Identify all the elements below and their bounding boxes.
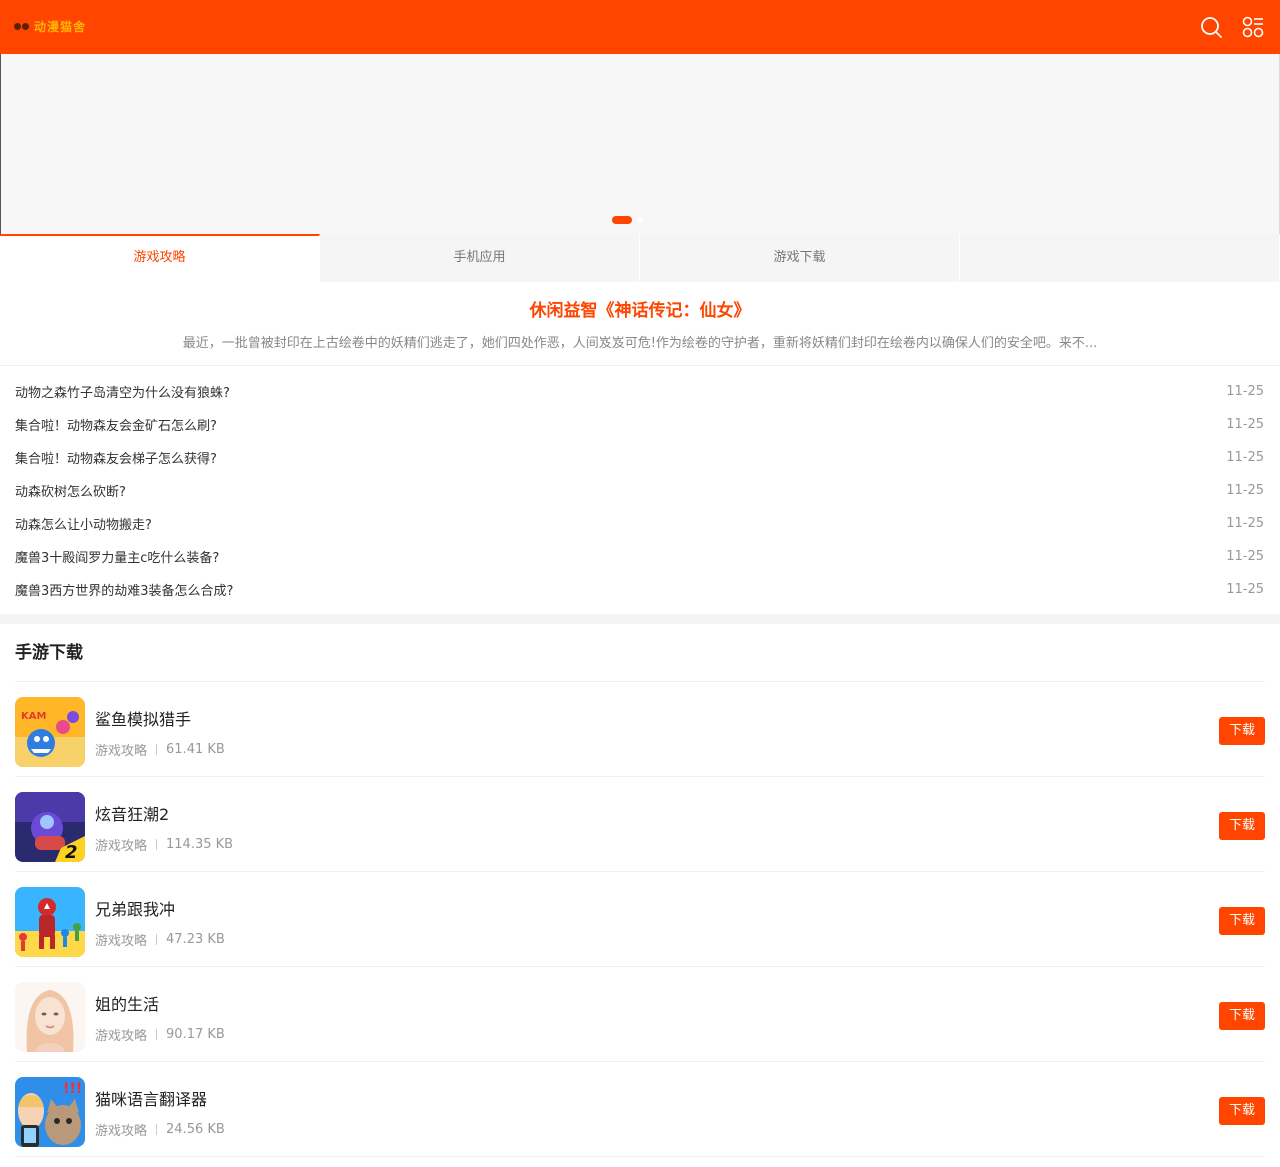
news-item[interactable]: 动森怎么让小动物搬走? 11-25 xyxy=(0,507,1280,540)
tab-game-downloads[interactable]: 游戏下载 xyxy=(640,234,960,282)
featured-desc: 最近，一批曾被封印在上古绘卷中的妖精们逃走了，她们四处作恶，人间岌岌可危!作为绘… xyxy=(182,336,1098,351)
news-title[interactable]: 集合啦！动物森友会梯子怎么获得? xyxy=(15,448,217,467)
app-meta: 游戏攻略 90.17 KB xyxy=(95,1025,225,1044)
news-title[interactable]: 动森怎么让小动物搬走? xyxy=(15,514,152,533)
mobile-games-section: 手游下载 KAM 鲨鱼模拟猎手 游戏攻略 61.41 KB 下载 2 炫音狂潮2 … xyxy=(15,624,1265,1157)
app-size: 61.41 KB xyxy=(166,742,225,757)
banner-carousel[interactable] xyxy=(0,54,1280,234)
news-title[interactable]: 动森砍树怎么砍断? xyxy=(15,481,126,500)
news-title[interactable]: 魔兽3十殿阎罗力量主c吃什么装备? xyxy=(15,547,219,566)
site-logo[interactable]: 动漫猫舍 xyxy=(14,14,94,38)
news-date: 11-25 xyxy=(1226,417,1264,432)
app-category: 游戏攻略 xyxy=(95,1124,148,1139)
carousel-dots xyxy=(612,216,643,224)
app-size: 114.35 KB xyxy=(166,837,234,852)
category-tabs: 游戏攻略 手机应用 游戏下载 xyxy=(0,234,1280,282)
download-button[interactable]: 下载 xyxy=(1219,717,1265,745)
app-size: 24.56 KB xyxy=(166,1122,225,1137)
app-name[interactable]: 炫音狂潮2 xyxy=(95,801,169,825)
shark-game-icon[interactable]: KAM xyxy=(15,697,85,767)
app-meta: 游戏攻略 24.56 KB xyxy=(95,1120,225,1139)
cat-translator-icon[interactable]: !!! xyxy=(15,1077,85,1147)
svg-text:2: 2 xyxy=(65,842,78,862)
app-item[interactable]: KAM 鲨鱼模拟猎手 游戏攻略 61.41 KB 下载 xyxy=(15,682,1265,777)
app-item[interactable]: 兄弟跟我冲 游戏攻略 47.23 KB 下载 xyxy=(15,872,1265,967)
featured-article[interactable]: 休闲益智《神话传记：仙女》 最近，一批曾被封印在上古绘卷中的妖精们逃走了，她们四… xyxy=(0,282,1280,366)
news-item[interactable]: 集合啦！动物森友会金矿石怎么刷? 11-25 xyxy=(0,408,1280,441)
logo-mark-icon xyxy=(14,20,30,32)
news-title[interactable]: 动物之森竹子岛清空为什么没有狼蛛? xyxy=(15,382,230,401)
top-bar: 动漫猫舍 xyxy=(0,0,1280,54)
news-date: 11-25 xyxy=(1226,384,1264,399)
app-name[interactable]: 猫咪语言翻译器 xyxy=(95,1086,207,1110)
app-meta: 游戏攻略 47.23 KB xyxy=(95,930,225,949)
app-name[interactable]: 姐的生活 xyxy=(95,991,159,1015)
app-meta: 游戏攻略 114.35 KB xyxy=(95,835,233,854)
app-item[interactable]: 2 炫音狂潮2 游戏攻略 114.35 KB 下载 xyxy=(15,777,1265,872)
tab-game-guides[interactable]: 游戏攻略 xyxy=(0,234,320,282)
portrait-game-icon[interactable] xyxy=(15,982,85,1052)
news-date: 11-25 xyxy=(1226,450,1264,465)
app-category: 游戏攻略 xyxy=(95,934,148,949)
app-category: 游戏攻略 xyxy=(95,839,148,854)
download-button[interactable]: 下载 xyxy=(1219,1002,1265,1030)
app-name[interactable]: 鲨鱼模拟猎手 xyxy=(95,706,191,730)
section-title: 手游下载 xyxy=(15,624,1265,682)
news-item[interactable]: 魔兽3西方世界的劫难3装备怎么合成? 11-25 xyxy=(0,573,1280,606)
download-button[interactable]: 下载 xyxy=(1219,907,1265,935)
svg-text:KAM: KAM xyxy=(21,711,46,722)
carousel-dot-active[interactable] xyxy=(612,216,632,224)
tab-spacer xyxy=(960,234,1280,282)
logo-text: 动漫猫舍 xyxy=(34,19,87,34)
svg-text:!!!: !!! xyxy=(63,1081,82,1097)
app-size: 47.23 KB xyxy=(166,932,225,947)
news-item[interactable]: 动森砍树怎么砍断? 11-25 xyxy=(0,474,1280,507)
carousel-dot[interactable] xyxy=(637,217,643,223)
news-list: 动物之森竹子岛清空为什么没有狼蛛? 11-25 集合啦！动物森友会金矿石怎么刷? 1… xyxy=(0,375,1280,606)
news-title[interactable]: 魔兽3西方世界的劫难3装备怎么合成? xyxy=(15,580,233,599)
news-item[interactable]: 魔兽3十殿阎罗力量主c吃什么装备? 11-25 xyxy=(0,540,1280,573)
app-item[interactable]: !!! 猫咪语言翻译器 游戏攻略 24.56 KB 下载 xyxy=(15,1062,1265,1157)
news-date: 11-25 xyxy=(1226,483,1264,498)
app-size: 90.17 KB xyxy=(166,1027,225,1042)
download-button[interactable]: 下载 xyxy=(1219,1097,1265,1125)
section-divider xyxy=(0,614,1280,624)
app-name[interactable]: 兄弟跟我冲 xyxy=(95,896,175,920)
music-game-icon[interactable]: 2 xyxy=(15,792,85,862)
news-date: 11-25 xyxy=(1226,549,1264,564)
tab-mobile-apps[interactable]: 手机应用 xyxy=(320,234,640,282)
news-item[interactable]: 集合啦！动物森友会梯子怎么获得? 11-25 xyxy=(0,441,1280,474)
app-item[interactable]: 姐的生活 游戏攻略 90.17 KB 下载 xyxy=(15,967,1265,1062)
featured-title[interactable]: 休闲益智《神话传记：仙女》 xyxy=(0,296,1280,321)
news-date: 11-25 xyxy=(1226,516,1264,531)
runner-game-icon[interactable] xyxy=(15,887,85,957)
menu-icon[interactable] xyxy=(1242,16,1264,38)
search-icon[interactable] xyxy=(1200,16,1222,38)
app-category: 游戏攻略 xyxy=(95,744,148,759)
download-button[interactable]: 下载 xyxy=(1219,812,1265,840)
app-meta: 游戏攻略 61.41 KB xyxy=(95,740,225,759)
news-item[interactable]: 动物之森竹子岛清空为什么没有狼蛛? 11-25 xyxy=(0,375,1280,408)
news-date: 11-25 xyxy=(1226,582,1264,597)
news-title[interactable]: 集合啦！动物森友会金矿石怎么刷? xyxy=(15,415,217,434)
app-category: 游戏攻略 xyxy=(95,1029,148,1044)
